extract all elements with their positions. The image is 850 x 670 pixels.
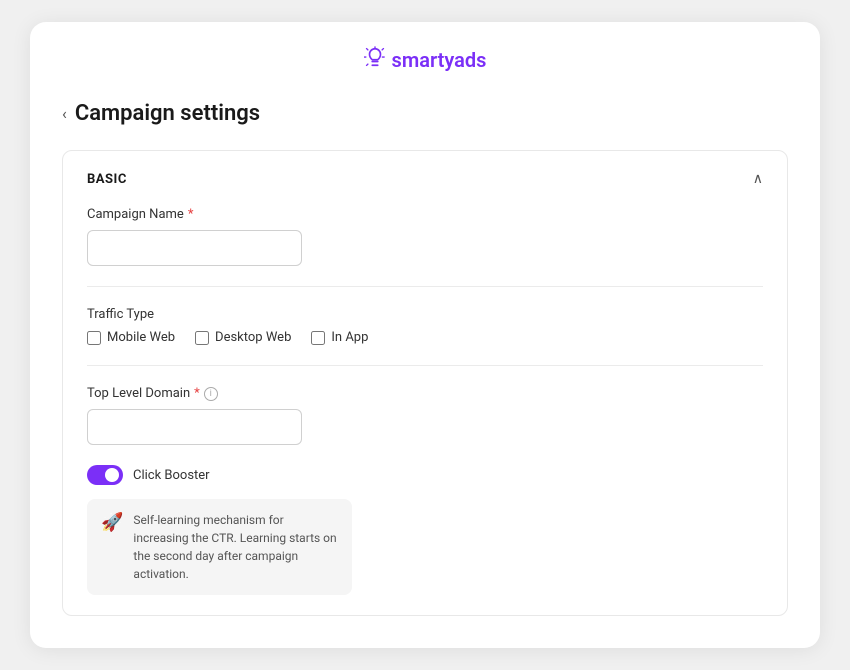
page-container: smartyads ‹ Campaign settings BASIC ∧ Ca…: [30, 22, 820, 648]
checkbox-desktop-web-input[interactable]: [195, 331, 209, 345]
campaign-name-label: Campaign Name *: [87, 207, 763, 222]
checkbox-desktop-web[interactable]: Desktop Web: [195, 330, 291, 345]
traffic-type-field-group: Traffic Type Mobile Web Desktop Web In A…: [87, 307, 763, 345]
collapse-button[interactable]: ∧: [753, 171, 763, 187]
click-booster-toggle-row: Click Booster: [87, 465, 763, 485]
required-star-2: *: [194, 386, 200, 401]
logo-icon: [364, 46, 386, 73]
checkbox-in-app-label: In App: [331, 330, 368, 345]
click-booster-label: Click Booster: [133, 468, 210, 483]
traffic-type-label: Traffic Type: [87, 307, 763, 322]
campaign-name-input[interactable]: [87, 230, 302, 266]
checkbox-mobile-web-label: Mobile Web: [107, 330, 175, 345]
section-header: BASIC ∧: [87, 171, 763, 187]
divider-2: [87, 365, 763, 366]
back-button[interactable]: ‹: [62, 104, 67, 123]
checkbox-in-app[interactable]: In App: [311, 330, 368, 345]
click-booster-info-box: 🚀 Self-learning mechanism for increasing…: [87, 499, 352, 595]
toggle-slider: [87, 465, 123, 485]
required-star: *: [188, 207, 194, 222]
basic-section-card: BASIC ∧ Campaign Name * Traffic Type Mob…: [62, 150, 788, 616]
traffic-type-options: Mobile Web Desktop Web In App: [87, 330, 763, 345]
page-title: Campaign settings: [75, 101, 260, 126]
info-icon[interactable]: i: [204, 387, 218, 401]
top-level-domain-label: Top Level Domain * i: [87, 386, 763, 401]
logo-text: smartyads: [392, 48, 487, 72]
click-booster-toggle[interactable]: [87, 465, 123, 485]
page-header: ‹ Campaign settings: [62, 101, 788, 126]
rocket-icon: 🚀: [101, 512, 123, 533]
checkbox-mobile-web[interactable]: Mobile Web: [87, 330, 175, 345]
section-title: BASIC: [87, 172, 127, 187]
divider-1: [87, 286, 763, 287]
campaign-name-field-group: Campaign Name *: [87, 207, 763, 266]
top-level-domain-input[interactable]: [87, 409, 302, 445]
logo-area: smartyads: [62, 46, 788, 73]
top-level-domain-field-group: Top Level Domain * i: [87, 386, 763, 445]
click-booster-info-text: Self-learning mechanism for increasing t…: [133, 511, 338, 583]
checkbox-in-app-input[interactable]: [311, 331, 325, 345]
checkbox-mobile-web-input[interactable]: [87, 331, 101, 345]
checkbox-desktop-web-label: Desktop Web: [215, 330, 291, 345]
